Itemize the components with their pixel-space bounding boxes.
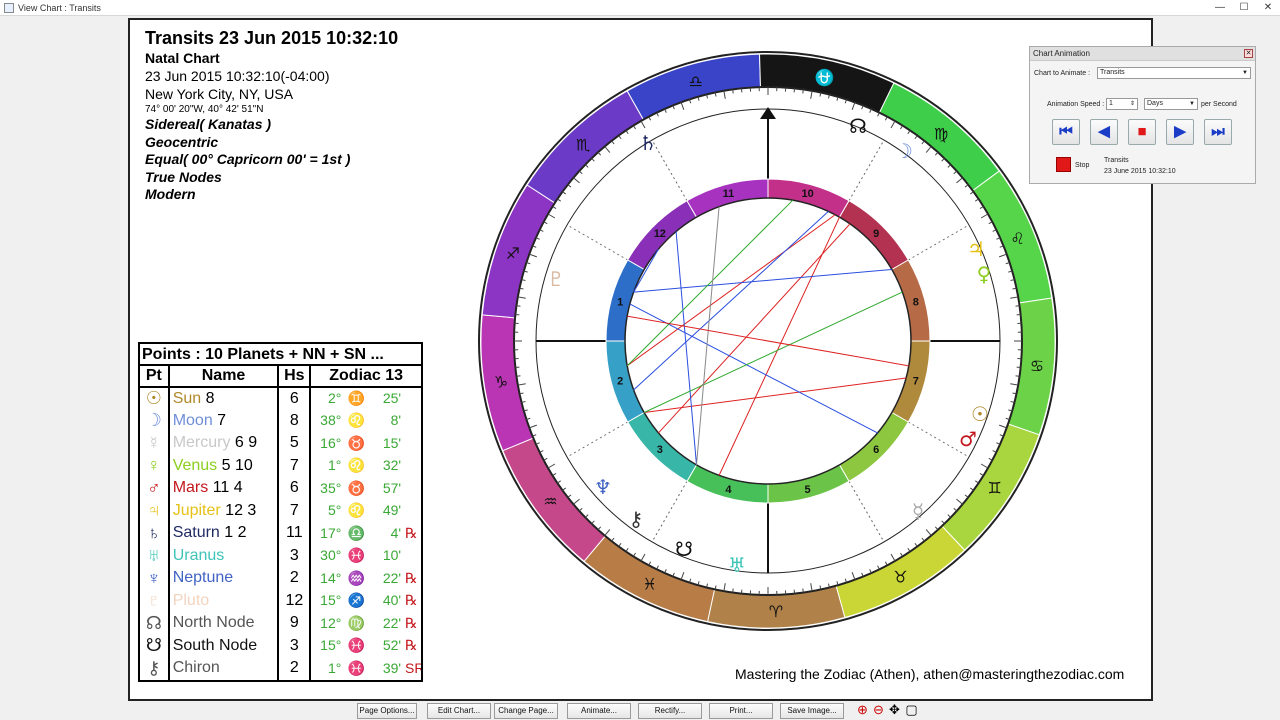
status-date: 23 June 2015 10:32:10 — [1104, 168, 1176, 175]
degree-tick — [516, 375, 521, 377]
planet-glyph-icon: ♀ — [977, 262, 992, 286]
skip-end-icon: ⏭ — [1211, 123, 1225, 140]
sign-glyph-icon: ♒ — [543, 492, 557, 511]
sign-glyph-icon: ♌ — [1010, 229, 1024, 248]
print-button[interactable]: Print... — [709, 703, 773, 719]
sign-glyph-icon: ♐ — [506, 244, 520, 263]
spinner-icon: ⇕ — [1129, 101, 1135, 107]
edit-chart-button[interactable]: Edit Chart... — [427, 703, 491, 719]
skip-start-icon: ⏮ — [1059, 123, 1073, 140]
house-number: 9 — [873, 228, 879, 240]
skip-to-end-button[interactable]: ⏭ — [1204, 119, 1232, 145]
stop-indicator-icon — [1056, 157, 1071, 172]
planet-glyph-icon: ♇ — [547, 267, 565, 291]
degree-tick — [732, 588, 734, 593]
house-number: 3 — [657, 444, 663, 456]
speed-input[interactable]: 1 ⇕ — [1106, 98, 1138, 110]
speed-label: Animation Speed : — [1047, 101, 1105, 108]
planet-glyph-icon: ☊ — [849, 114, 867, 138]
chart-animation-panel: Chart Animation ✕ Chart to Animate : Tra… — [1029, 46, 1256, 184]
speed-unit-select[interactable]: Days ▼ — [1144, 98, 1198, 110]
status-chart-name: Transits — [1104, 157, 1129, 164]
house-number: 5 — [805, 484, 811, 496]
step-forward-button[interactable]: ▶ — [1166, 119, 1194, 145]
per-second-label: per Second — [1201, 101, 1237, 108]
page-options-button[interactable]: Page Options... — [357, 703, 417, 719]
house-number: 7 — [913, 376, 919, 388]
step-forward-icon: ▶ — [1174, 123, 1186, 140]
skip-to-start-button[interactable]: ⏮ — [1052, 119, 1080, 145]
house-number: 6 — [873, 444, 879, 456]
planet-glyph-icon: ♄ — [639, 131, 657, 155]
planet-glyph-icon: ♂ — [959, 427, 977, 451]
animation-close-icon[interactable]: ✕ — [1244, 49, 1253, 58]
degree-tick — [802, 588, 804, 593]
chart-to-animate-select[interactable]: Transits ▼ — [1097, 67, 1251, 79]
fit-icon[interactable]: ▢ — [904, 703, 919, 718]
save-image-button[interactable]: Save Image... — [780, 703, 844, 719]
sign-glyph-icon: ♈ — [769, 602, 783, 621]
house-number: 8 — [913, 296, 919, 308]
change-page-button[interactable]: Change Page... — [494, 703, 558, 719]
planet-glyph-icon: ☋ — [675, 537, 693, 561]
step-back-icon: ◀ — [1098, 123, 1110, 140]
bottom-toolbar: Page Options... Edit Chart... Change Pag… — [0, 701, 1280, 720]
credit-text: Mastering the Zodiac (Athen), athen@mast… — [735, 666, 1125, 682]
degree-tick — [516, 305, 521, 307]
planet-glyph-icon: ♆ — [594, 475, 612, 499]
step-back-button[interactable]: ◀ — [1090, 119, 1118, 145]
house-number: 12 — [654, 228, 666, 240]
chart-to-animate-value: Transits — [1100, 69, 1125, 76]
stop-button[interactable]: ■ — [1128, 119, 1156, 145]
sign-glyph-icon: ♍ — [934, 125, 948, 144]
sign-glyph-icon: ♓ — [642, 575, 656, 594]
sign-glyph-icon: ♉ — [893, 567, 907, 586]
sign-glyph-icon: ♏ — [576, 135, 590, 154]
house-number: 2 — [617, 376, 623, 388]
degree-tick — [802, 89, 804, 94]
planet-glyph-icon: ♃ — [967, 237, 985, 261]
house-number: 11 — [723, 188, 735, 200]
stop-status-label: Stop — [1075, 162, 1090, 169]
speed-unit-value: Days — [1147, 100, 1163, 107]
house-number: 4 — [725, 484, 732, 496]
degree-tick — [1015, 375, 1020, 377]
sign-glyph-icon: ⛎ — [815, 68, 835, 87]
house-number: 1 — [617, 296, 623, 308]
planet-glyph-icon: ☉ — [971, 402, 989, 426]
zoom-in-icon[interactable]: ⊕ — [855, 703, 870, 718]
speed-value: 1 — [1109, 100, 1113, 107]
degree-tick — [1015, 305, 1020, 307]
planet-glyph-icon: ⚷ — [629, 507, 644, 531]
planet-glyph-icon: ♅ — [728, 553, 746, 577]
chevron-down-icon: ▼ — [1189, 101, 1195, 107]
sign-glyph-icon: ♑ — [494, 372, 508, 391]
chart-to-animate-label: Chart to Animate : — [1034, 70, 1091, 77]
stop-icon: ■ — [1137, 123, 1147, 140]
planet-glyph-icon: ☿ — [912, 499, 924, 523]
rectify-button[interactable]: Rectify... — [638, 703, 702, 719]
house-number: 10 — [801, 188, 813, 200]
sign-glyph-icon: ♊ — [987, 479, 1001, 498]
chevron-down-icon: ▼ — [1242, 70, 1248, 76]
sign-glyph-icon: ♋ — [1030, 357, 1044, 376]
pan-icon[interactable]: ✥ — [887, 703, 902, 718]
animation-panel-title: Chart Animation — [1030, 47, 1255, 61]
zoom-out-icon[interactable]: ⊖ — [871, 703, 886, 718]
sign-glyph-icon: ♎ — [688, 72, 702, 91]
animate-button[interactable]: Animate... — [567, 703, 631, 719]
degree-tick — [732, 89, 734, 94]
planet-glyph-icon: ☽ — [895, 139, 913, 163]
